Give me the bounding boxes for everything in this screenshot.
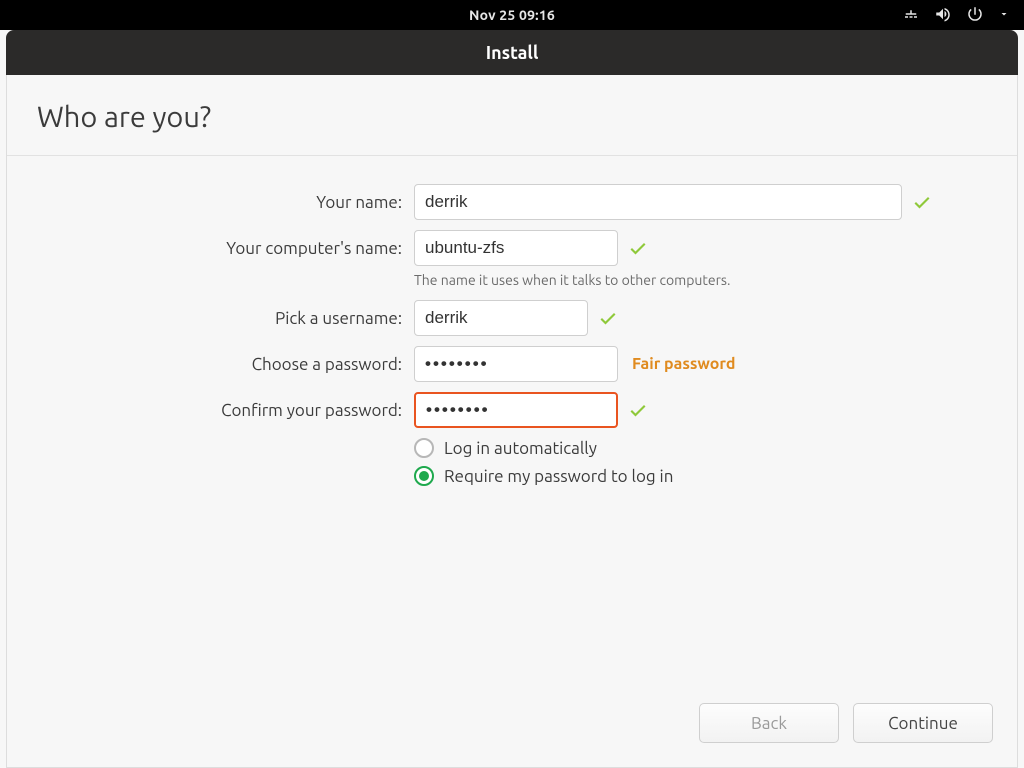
radio-icon [414, 466, 434, 486]
installer-page: Who are you? Your name: Your computer's … [6, 75, 1018, 768]
computer-name-input[interactable] [414, 230, 618, 266]
system-topbar: Nov 25 09:16 [0, 0, 1024, 30]
volume-icon[interactable] [934, 5, 952, 26]
label-username: Pick a username: [7, 309, 402, 328]
system-indicators[interactable] [902, 0, 1010, 30]
radio-auto-login[interactable]: Log in automatically [414, 438, 1017, 458]
computer-hint: The name it uses when it talks to other … [414, 272, 1017, 288]
password-input[interactable] [414, 346, 618, 382]
window-titlebar: Install [6, 30, 1018, 75]
row-computer: Your computer's name: [7, 230, 1017, 266]
chevron-down-icon[interactable] [998, 7, 1010, 23]
back-button[interactable]: Back [699, 703, 839, 743]
clock-label: Nov 25 09:16 [469, 7, 555, 23]
check-icon [598, 308, 618, 328]
password-strength: Fair password [632, 355, 735, 373]
row-password: Choose a password: Fair password [7, 346, 1017, 382]
check-icon [628, 400, 648, 420]
window-title: Install [486, 43, 539, 63]
username-input[interactable] [414, 300, 588, 336]
power-icon[interactable] [966, 5, 984, 26]
label-computer: Your computer's name: [7, 239, 402, 258]
label-password: Choose a password: [7, 355, 402, 374]
network-icon[interactable] [902, 5, 920, 26]
radio-require-password[interactable]: Require my password to log in [414, 466, 1017, 486]
name-input[interactable] [414, 184, 902, 220]
page-title: Who are you? [7, 75, 1017, 156]
radio-label-require: Require my password to log in [444, 467, 673, 486]
confirm-password-input[interactable] [414, 392, 618, 428]
check-icon [912, 192, 932, 212]
row-username: Pick a username: [7, 300, 1017, 336]
footer-buttons: Back Continue [699, 703, 993, 743]
row-name: Your name: [7, 184, 1017, 220]
user-form: Your name: Your computer's name: The nam… [7, 156, 1017, 486]
label-name: Your name: [7, 193, 402, 212]
continue-button[interactable]: Continue [853, 703, 993, 743]
radio-label-auto: Log in automatically [444, 439, 597, 458]
check-icon [628, 238, 648, 258]
login-options: Log in automatically Require my password… [414, 438, 1017, 486]
radio-icon [414, 438, 434, 458]
label-confirm: Confirm your password: [7, 401, 402, 420]
row-confirm: Confirm your password: [7, 392, 1017, 428]
